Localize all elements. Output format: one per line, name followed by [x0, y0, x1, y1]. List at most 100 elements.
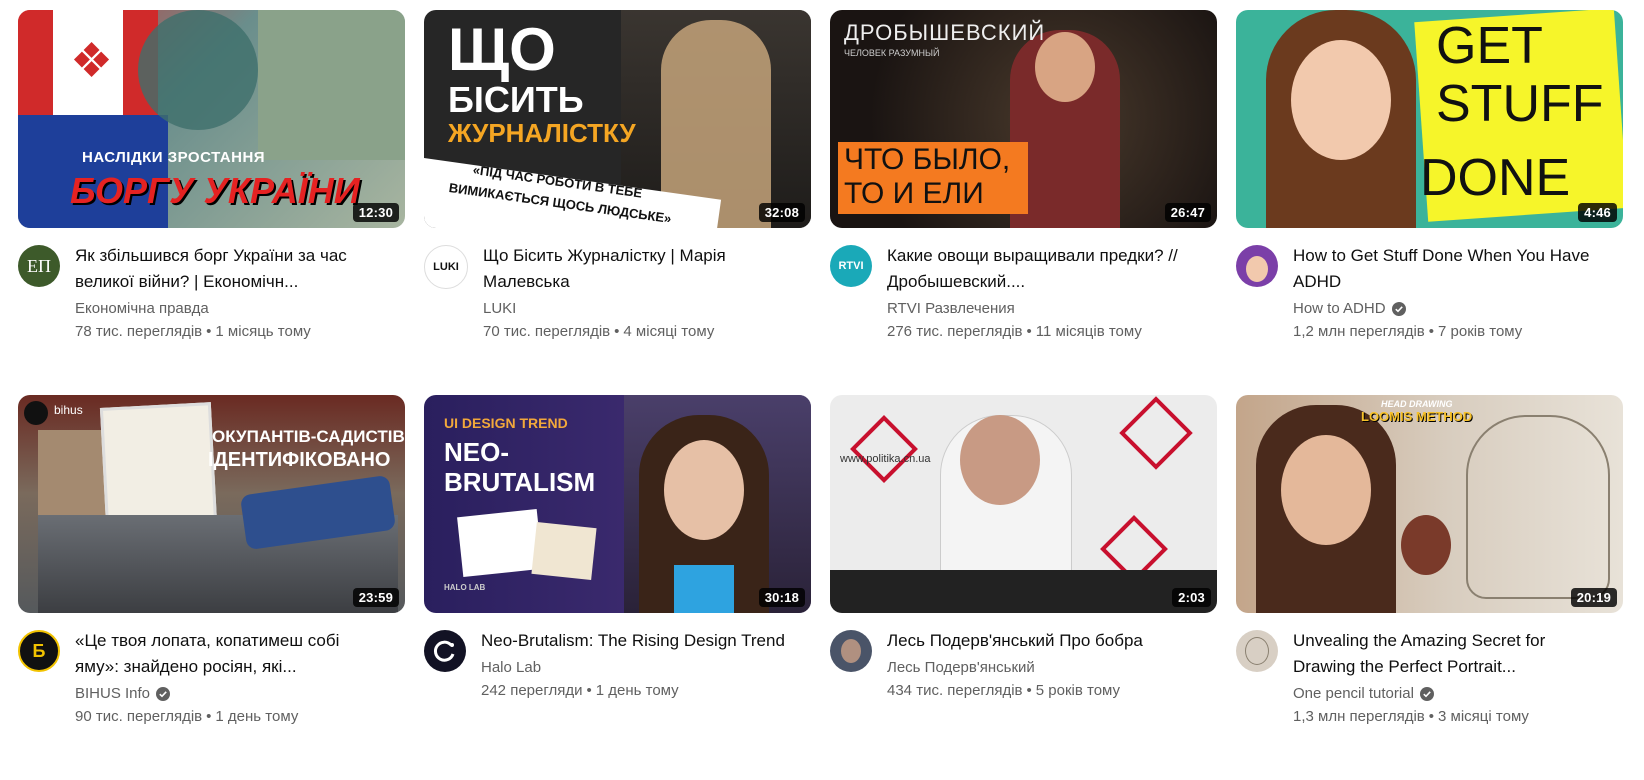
verified-badge-icon — [1419, 687, 1434, 701]
separator-dot: • — [614, 323, 620, 340]
video-grid: ❖ НАСЛІДКИ ЗРОСТАННЯ БОРГУ УКРАЇНИ 12:30… — [18, 10, 1628, 780]
channel-avatar[interactable] — [830, 630, 872, 672]
thumbnail-headline: LOOMIS METHOD — [1361, 409, 1473, 424]
thumbnail-headline: DONE — [1420, 149, 1571, 207]
separator-dot: • — [1026, 323, 1032, 340]
channel-avatar[interactable] — [1236, 245, 1278, 287]
video-title[interactable]: Unvealing the Amazing Secret for Drawing… — [1293, 628, 1623, 680]
separator-dot: • — [1026, 682, 1032, 699]
channel-avatar[interactable]: LUKI — [424, 245, 468, 289]
channel-avatar[interactable] — [424, 630, 466, 672]
verified-badge-icon — [156, 687, 171, 701]
upload-age: 4 місяці тому — [623, 323, 715, 340]
upload-age: 1 місяць тому — [215, 323, 311, 340]
upload-age: 5 років тому — [1035, 682, 1121, 699]
thumbnail-headline: БІСИТЬ — [448, 79, 584, 120]
avatar-face-icon — [841, 639, 861, 663]
video-thumbnail[interactable]: ДРОБЫШЕВСКИЙ ЧЕЛОВЕК РАЗУМНЫЙ ЧТО БЫЛО, … — [830, 10, 1217, 228]
video-stats: 242 перегляди • 1 день тому — [481, 680, 811, 702]
upload-age: 1 день тому — [595, 682, 679, 699]
channel-name[interactable]: Лесь Подерв'янський — [887, 656, 1035, 680]
thumbnail-headline: ЧТО БЫЛО, — [844, 143, 1011, 176]
video-card[interactable]: UI DESIGN TREND NEO- BRUTALISM HALO LAB … — [424, 395, 811, 780]
separator-dot: • — [1428, 708, 1435, 725]
thumbnail-caption: bihus — [54, 403, 83, 417]
separator-dot: • — [206, 323, 212, 340]
video-card[interactable]: ❖ НАСЛІДКИ ЗРОСТАННЯ БОРГУ УКРАЇНИ 12:30… — [18, 10, 405, 395]
video-stats: 78 тис. переглядів • 1 місяць тому — [75, 321, 405, 343]
thumbnail-headline: ЩО — [448, 16, 556, 83]
thumbnail-caption: ЧЕЛОВЕК РАЗУМНЫЙ — [844, 48, 940, 58]
video-card[interactable]: ЩО БІСИТЬ ЖУРНАЛІСТКУ «ПІД ЧАС РОБОТИ В … — [424, 10, 811, 395]
video-title[interactable]: Як збільшився борг України за час велико… — [75, 243, 405, 295]
separator-dot: • — [1428, 323, 1435, 340]
video-thumbnail[interactable]: www.politika.cn.ua 2:03 — [830, 395, 1217, 613]
video-thumbnail[interactable]: ❖ НАСЛІДКИ ЗРОСТАННЯ БОРГУ УКРАЇНИ 12:30 — [18, 10, 405, 228]
upload-age: 1 день тому — [215, 708, 299, 725]
video-card[interactable]: www.politika.cn.ua 2:03 Лесь Подерв'янсь… — [830, 395, 1217, 780]
video-thumbnail[interactable]: UI DESIGN TREND NEO- BRUTALISM HALO LAB … — [424, 395, 811, 613]
video-title[interactable]: Neo-Brutalism: The Rising Design Trend — [481, 628, 811, 654]
channel-name[interactable]: How to ADHD — [1293, 297, 1386, 321]
video-thumbnail[interactable]: GET STUFF DONE 4:46 — [1236, 10, 1623, 228]
video-card[interactable]: ДРОБЫШЕВСКИЙ ЧЕЛОВЕК РАЗУМНЫЙ ЧТО БЫЛО, … — [830, 10, 1217, 395]
video-stats: 1,2 млн переглядів • 7 років тому — [1293, 321, 1623, 343]
view-count: 90 тис. переглядів — [75, 708, 203, 725]
thumbnail-caption: UI DESIGN TREND — [444, 415, 568, 431]
video-title[interactable]: Лесь Подерв'янський Про бобра — [887, 628, 1217, 654]
video-duration: 30:18 — [758, 588, 805, 607]
avatar-initials: RTVI — [838, 260, 864, 272]
channel-name[interactable]: BIHUS Info — [75, 682, 150, 706]
avatar-face-icon — [1246, 256, 1268, 282]
thumbnail-headline: ОКУПАНТІВ-САДИСТІВ — [212, 427, 405, 446]
channel-avatar[interactable]: RTVI — [830, 245, 872, 287]
avatar-initials: Б — [32, 640, 46, 661]
video-stats: 434 тис. переглядів • 5 років тому — [887, 680, 1217, 702]
thumbnail-caption: www.politika.cn.ua — [840, 453, 931, 465]
thumbnail-headline: БОРГУ УКРАЇНИ — [70, 170, 360, 211]
channel-name[interactable]: One pencil tutorial — [1293, 682, 1414, 706]
view-count: 1,2 млн переглядів — [1293, 323, 1425, 340]
video-title[interactable]: «Це твоя лопата, копатимеш собі яму»: зн… — [75, 628, 405, 680]
thumbnail-brand: HALO LAB — [444, 583, 486, 592]
video-card[interactable]: HEAD DRAWING LOOMIS METHOD 20:19 Unveali… — [1236, 395, 1623, 780]
channel-avatar[interactable]: ЕП — [18, 245, 60, 287]
view-count: 1,3 млн переглядів — [1293, 708, 1425, 725]
video-duration: 2:03 — [1172, 588, 1211, 607]
video-thumbnail[interactable]: ЩО БІСИТЬ ЖУРНАЛІСТКУ «ПІД ЧАС РОБОТИ В … — [424, 10, 811, 228]
upload-age: 11 місяців тому — [1035, 323, 1142, 340]
thumbnail-headline: BRUTALISM — [444, 467, 596, 497]
separator-dot: • — [586, 682, 592, 699]
video-stats: 276 тис. переглядів • 11 місяців тому — [887, 321, 1217, 343]
avatar-sketch-icon — [1245, 637, 1269, 665]
thumbnail-headline: ІДЕНТИФІКОВАНО — [208, 449, 391, 471]
thumbnail-headline: ТО И ЕЛИ — [844, 177, 984, 210]
video-title[interactable]: Какие овощи выращивали предки? // Дробыш… — [887, 243, 1217, 295]
channel-avatar[interactable] — [1236, 630, 1278, 672]
video-thumbnail[interactable]: bihus ОКУПАНТІВ-САДИСТІВ ІДЕНТИФІКОВАНО … — [18, 395, 405, 613]
video-title[interactable]: Що Бісить Журналістку | Марія Малевська — [483, 243, 811, 295]
video-card[interactable]: bihus ОКУПАНТІВ-САДИСТІВ ІДЕНТИФІКОВАНО … — [18, 395, 405, 780]
video-duration: 23:59 — [352, 588, 399, 607]
channel-name[interactable]: Економічна правда — [75, 297, 209, 321]
thumbnail-headline: NEO- — [444, 437, 509, 467]
channel-avatar[interactable]: Б — [18, 630, 60, 672]
upload-age: 7 років тому — [1438, 323, 1523, 340]
channel-name[interactable]: LUKI — [483, 297, 516, 321]
separator-dot: • — [206, 708, 212, 725]
avatar-initials: ЕП — [27, 255, 51, 276]
verified-badge-icon — [1391, 302, 1406, 316]
video-card[interactable]: GET STUFF DONE 4:46 How to Get Stuff Don… — [1236, 10, 1623, 395]
channel-name[interactable]: Halo Lab — [481, 656, 541, 680]
video-stats: 70 тис. переглядів • 4 місяці тому — [483, 321, 811, 343]
upload-age: 3 місяці тому — [1438, 708, 1529, 725]
video-stats: 90 тис. переглядів • 1 день тому — [75, 706, 405, 728]
thumbnail-headline: ДРОБЫШЕВСКИЙ — [844, 20, 1046, 45]
video-title[interactable]: How to Get Stuff Done When You Have ADHD — [1293, 243, 1623, 295]
channel-name[interactable]: RTVI Развлечения — [887, 297, 1015, 321]
thumbnail-headline: ЖУРНАЛІСТКУ — [448, 118, 636, 148]
thumbnail-headline: STUFF — [1436, 75, 1604, 133]
video-stats: 1,3 млн переглядів • 3 місяці тому — [1293, 706, 1623, 728]
video-thumbnail[interactable]: HEAD DRAWING LOOMIS METHOD 20:19 — [1236, 395, 1623, 613]
thumbnail-caption: HEAD DRAWING — [1381, 399, 1453, 409]
